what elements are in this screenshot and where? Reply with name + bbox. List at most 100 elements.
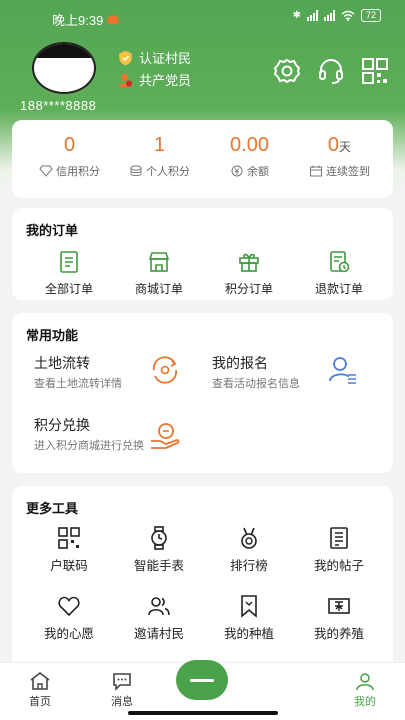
more-tools-card: 更多工具 户联码 智能手表 排行榜 我的帖子 我的心愿 邀请村民 我的种植 我的…	[12, 486, 393, 676]
user-icon	[356, 673, 374, 691]
tool-my-planting[interactable]: 我的种植	[204, 594, 294, 642]
func-title: 我的报名	[212, 355, 268, 371]
stat-label-group: 信用积分	[22, 163, 117, 179]
tool-invite-villagers[interactable]: 邀请村民	[114, 594, 204, 642]
stat-label: 余额	[247, 166, 269, 178]
func-land-transfer[interactable]: 土地流转 查看土地流转详情	[34, 353, 122, 391]
people-icon	[148, 597, 170, 616]
tool-label: 智能手表	[133, 559, 184, 573]
avatar-image	[34, 44, 94, 58]
farm-icon	[328, 598, 350, 614]
stats-card: 0 信用积分 1 个人积分 0.00 余额 0天 连续签到	[12, 120, 393, 198]
heart-icon	[58, 596, 80, 617]
avatar[interactable]	[32, 42, 96, 94]
store-icon	[148, 252, 170, 272]
stat-checkin-streak[interactable]: 0天 连续签到	[292, 134, 387, 179]
tool-my-wishes[interactable]: 我的心愿	[24, 594, 114, 642]
party-emblem-icon	[119, 73, 133, 87]
badge-verified-villager: 认证村民	[118, 48, 191, 67]
orders-card: 我的订单 全部订单 商城订单 积分订单 退款订单	[12, 208, 393, 300]
order-refund[interactable]: 退款订单	[294, 250, 384, 297]
tool-label: 我的心愿	[43, 627, 94, 641]
func-my-registration[interactable]: 我的报名 查看活动报名信息	[212, 353, 300, 391]
tool-label: 邀请村民	[133, 627, 184, 641]
cycle-icon	[153, 356, 177, 384]
wifi-icon	[341, 10, 355, 21]
tool-smart-watch[interactable]: 智能手表	[114, 526, 204, 574]
tab-label: 消息	[111, 696, 133, 708]
stat-label: 连续签到	[326, 166, 370, 178]
signal-icon	[306, 10, 318, 21]
func-subtitle: 查看活动报名信息	[212, 378, 300, 390]
func-points-exchange[interactable]: 积分兑换 进入积分商城进行兑换	[34, 415, 152, 453]
yuan-coin-icon	[231, 165, 243, 177]
bluetooth-icon: ✱	[292, 10, 301, 21]
stat-label-group: 连续签到	[292, 163, 387, 179]
status-indicators: ✱ 72	[293, 9, 381, 22]
tool-label: 户联码	[50, 559, 88, 573]
tab-home[interactable]: 首页	[5, 671, 75, 709]
stat-balance[interactable]: 0.00 余额	[202, 134, 297, 179]
section-title-tools: 更多工具	[26, 501, 79, 516]
calendar-icon	[310, 165, 322, 177]
stat-label-group: 个人积分	[112, 163, 207, 179]
tab-mine[interactable]: 我的	[330, 671, 400, 709]
tool-my-breeding[interactable]: 我的养殖	[294, 594, 384, 642]
func-title: 土地流转	[34, 355, 90, 371]
home-indicator	[128, 711, 278, 715]
func-subtitle: 查看土地流转详情	[34, 378, 122, 390]
stat-credit-points[interactable]: 0 信用积分	[22, 134, 117, 179]
person-list-icon	[329, 357, 356, 384]
refund-icon	[330, 251, 350, 273]
gift-icon	[239, 253, 259, 272]
tool-my-posts[interactable]: 我的帖子	[294, 526, 384, 574]
common-functions-card: 常用功能 土地流转 查看土地流转详情 我的报名 查看活动报名信息 积分兑换 进入…	[12, 313, 393, 473]
stat-label: 信用积分	[56, 166, 100, 178]
medal-icon	[241, 527, 257, 549]
battery-indicator: 72	[360, 9, 381, 22]
func-subtitle: 进入积分商城进行兑换	[34, 440, 144, 452]
shield-icon	[119, 50, 132, 65]
order-points[interactable]: 积分订单	[204, 250, 294, 297]
home-icon	[30, 671, 50, 690]
document-icon	[60, 251, 78, 273]
order-mall[interactable]: 商城订单	[114, 250, 204, 297]
tool-leaderboard[interactable]: 排行榜	[204, 526, 294, 574]
diamond-icon	[39, 165, 53, 177]
watch-icon	[151, 526, 167, 550]
gear-icon[interactable]	[272, 56, 302, 86]
stat-value: 0.00	[230, 134, 269, 156]
order-label: 商城订单	[134, 282, 183, 296]
qrcode-icon[interactable]	[360, 56, 390, 86]
stat-value: 1	[153, 134, 166, 156]
stat-personal-points[interactable]: 1 个人积分	[112, 134, 207, 179]
tool-label: 我的养殖	[313, 627, 364, 641]
tool-label: 我的种植	[223, 627, 274, 641]
order-label: 积分订单	[224, 282, 273, 296]
headset-icon[interactable]	[316, 56, 346, 86]
tab-label: 我的	[354, 696, 376, 708]
order-label: 退款订单	[314, 282, 363, 296]
badge-label: 认证村民	[139, 51, 192, 66]
tool-household-code[interactable]: 户联码	[24, 526, 114, 574]
qrcode-icon	[58, 527, 80, 549]
order-label: 全部订单	[44, 282, 93, 296]
status-bar: 晚上9:39 ✱ 72	[0, 0, 405, 34]
status-time: 晚上9:39	[52, 13, 104, 28]
order-all[interactable]: 全部订单	[24, 250, 114, 297]
tab-messages[interactable]: 消息	[87, 671, 157, 709]
user-phone: 188****8888	[20, 98, 97, 113]
section-title-common: 常用功能	[26, 328, 79, 343]
exchange-icon	[151, 423, 180, 449]
app-notification-icon	[107, 15, 120, 24]
tab-label: 首页	[29, 696, 51, 708]
bookmark-icon	[241, 595, 257, 618]
center-publish-button[interactable]	[176, 660, 228, 700]
status-time-group: 晚上9:39	[52, 10, 120, 29]
badge-party-member: 共产党员	[118, 70, 191, 89]
tool-label: 我的帖子	[313, 559, 364, 573]
coins-icon	[130, 165, 142, 176]
badge-label: 共产党员	[139, 73, 192, 88]
stat-label-group: 余额	[202, 163, 297, 179]
section-title-orders: 我的订单	[26, 223, 79, 238]
